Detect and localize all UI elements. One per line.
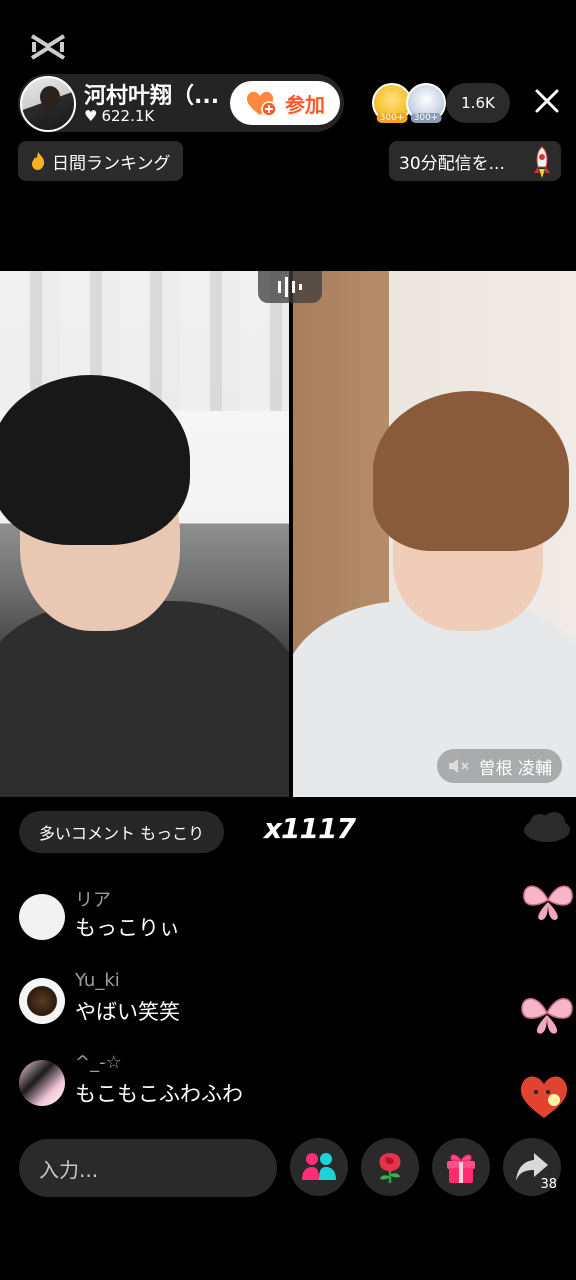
split-view-handle[interactable] [258,271,322,303]
host-name: 河村叶翔（... [84,84,220,109]
people-icon [302,1153,336,1180]
host-avatar[interactable] [20,76,76,132]
comment-item[interactable]: リア もっこりぃ [19,886,439,946]
gift-button[interactable] [432,1138,490,1196]
top-comment-pill[interactable]: 多いコメント もっこり [19,811,225,853]
host-info-pill[interactable]: 河村叶翔（... ♥ 622.1K 参加 [18,74,344,132]
host-hair [0,375,190,545]
gift-icon [447,1154,475,1183]
top-viewers[interactable]: 300+ 300+ 1.6K [372,82,510,124]
rose-gift-button[interactable] [361,1138,419,1196]
comment-combo-count: x1117 [264,812,356,845]
viewer-count[interactable]: 1.6K [446,83,510,123]
stream-goal-tag[interactable]: 30分配信を... [389,141,561,181]
comment-text: やばい笑笑 [75,1000,180,1024]
butterfly-icon [521,997,573,1034]
host-figure [0,601,289,797]
audio-bars-icon [278,277,302,297]
capcut-logo-icon [30,34,66,60]
mute-icon [448,759,469,773]
comment-item[interactable]: ^_-☆ もこもこふわふわ [19,1052,439,1112]
close-icon[interactable] [530,84,564,118]
viewer-rank-badge: 300+ [410,113,442,123]
guest-name: 曽根 凌輔 [478,758,552,779]
rose-icon [379,1153,401,1183]
comment-item[interactable]: Yu_ki やばい笑笑 [19,970,439,1030]
commenter-name: リア [75,890,111,911]
host-likes-count: 622.1K [101,107,155,125]
ranking-label: 日間ランキング [52,153,171,174]
host-likes: ♥ 622.1K [84,107,154,125]
comment-text: もこもこふわふわ [75,1082,243,1106]
ranking-tag[interactable]: 日間ランキング [18,141,183,181]
commenter-name: ^_-☆ [75,1052,122,1073]
butterfly-icon [523,885,573,920]
heart-plus-icon [246,91,277,117]
guest-hair [373,391,569,551]
guest-name-label[interactable]: 曽根 凌輔 [436,749,562,783]
share-button[interactable]: 38 [503,1138,561,1196]
commenter-avatar[interactable] [19,1060,65,1106]
commenter-avatar[interactable] [19,894,65,940]
rocket-icon [534,146,550,178]
viewer-avatar-2[interactable]: 300+ [406,83,446,123]
top-comment-label: 多いコメント もっこり [39,824,205,843]
viewer-rank-badge: 300+ [376,113,408,123]
fire-icon [32,152,45,170]
heart-sticker-icon [520,1076,568,1118]
heart-icon: ♥ [84,107,98,125]
host-video-feed[interactable] [0,271,289,797]
comment-input[interactable]: 入力... [19,1139,277,1197]
share-count: 38 [540,1177,557,1192]
commenter-avatar[interactable] [19,978,65,1024]
cloud-decoration-icon [524,812,570,842]
join-label: 参加 [285,92,325,117]
cohost-button[interactable] [290,1138,348,1196]
stream-goal-label: 30分配信を... [399,153,505,174]
commenter-name: Yu_ki [75,970,120,991]
comment-text: もっこりぃ [75,916,180,940]
join-button[interactable]: 参加 [230,81,340,125]
guest-video-feed[interactable]: 曽根 凌輔 [293,271,576,797]
